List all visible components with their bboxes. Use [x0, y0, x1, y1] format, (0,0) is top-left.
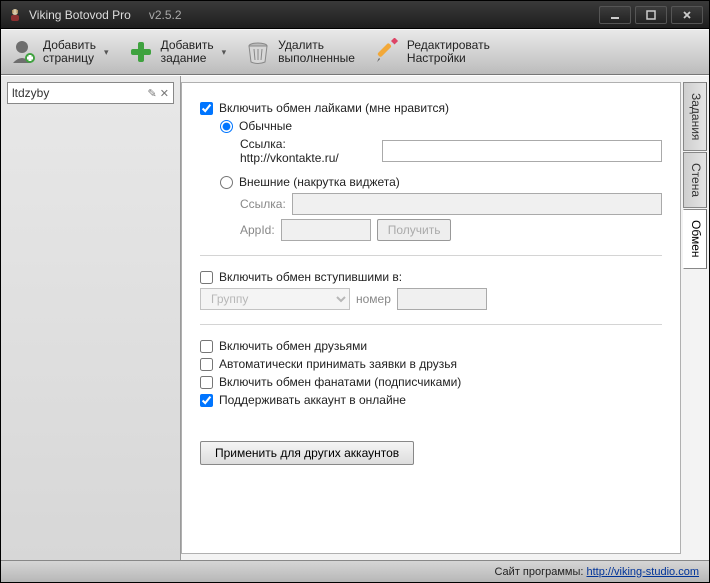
auto-accept-label: Автоматически принимать заявки в друзья [219, 357, 457, 371]
app-window: Viking Botovod Pro v2.5.2 Добавить стран… [0, 0, 710, 583]
status-link[interactable]: http://viking-studio.com [587, 566, 700, 578]
trash-icon [244, 38, 272, 66]
join-number-label: номер [356, 292, 391, 306]
add-page-label-2: страницу [43, 52, 96, 65]
ext-link-label: Ссылка: [240, 197, 286, 211]
titlebar: Viking Botovod Pro v2.5.2 [1, 1, 709, 29]
window-title: Viking Botovod Pro [29, 8, 131, 22]
fans-enable-label: Включить обмен фанатами (подписчиками) [219, 375, 461, 389]
likes-link-label: Ссылка: http://vkontakte.ru/ [240, 137, 376, 165]
status-label: Сайт программы: [494, 566, 583, 578]
edit-account-icon[interactable]: ✎ ✕ [148, 87, 170, 100]
join-enable-label: Включить обмен вступившими в: [219, 270, 402, 284]
separator [200, 255, 662, 256]
window-version: v2.5.2 [149, 8, 182, 22]
friends-enable-checkbox[interactable] [200, 340, 213, 353]
keep-online-label: Поддерживать аккаунт в онлайне [219, 393, 406, 407]
auto-accept-checkbox[interactable] [200, 358, 213, 371]
join-enable-checkbox[interactable] [200, 271, 213, 284]
likes-enable-label: Включить обмен лайками (мне нравится) [219, 101, 449, 115]
apply-other-accounts-button[interactable]: Применить для других аккаунтов [200, 441, 414, 465]
minimize-button[interactable] [599, 6, 631, 24]
pencil-icon [373, 38, 401, 66]
right-tabs: Задания Стена Обмен [683, 82, 707, 554]
likes-external-radio[interactable] [220, 176, 233, 189]
likes-external-label: Внешние (накрутка виджета) [239, 175, 400, 189]
tab-exchange[interactable]: Обмен [683, 209, 707, 269]
main-panel: Включить обмен лайками (мне нравится) Об… [181, 82, 681, 554]
ext-link-input[interactable] [292, 193, 662, 215]
likes-normal-radio[interactable] [220, 120, 233, 133]
appid-input[interactable] [281, 219, 371, 241]
likes-enable-checkbox[interactable] [200, 102, 213, 115]
likes-normal-label: Обычные [239, 119, 292, 133]
add-task-label-2: задание [161, 52, 214, 65]
tab-tasks[interactable]: Задания [683, 82, 707, 151]
statusbar: Сайт программы: http://viking-studio.com [1, 560, 709, 582]
likes-link-input[interactable] [382, 140, 662, 162]
edit-settings-label-2: Настройки [407, 52, 490, 65]
toolbar: Добавить страницу ▾ Добавить задание ▾ [1, 29, 709, 75]
user-add-icon [9, 38, 37, 66]
app-icon [7, 7, 23, 23]
tab-wall[interactable]: Стена [683, 152, 707, 208]
get-appid-button[interactable]: Получить [377, 219, 452, 241]
join-target-select[interactable]: Группу [200, 288, 350, 310]
separator [200, 324, 662, 325]
friends-enable-label: Включить обмен друзьями [219, 339, 367, 353]
appid-label: AppId: [240, 223, 275, 237]
maximize-button[interactable] [635, 6, 667, 24]
delete-done-button[interactable]: Удалить выполненные [244, 38, 355, 66]
body: ltdzyby ✎ ✕ Включить обмен лайками (мне … [1, 75, 709, 560]
account-field[interactable]: ltdzyby ✎ ✕ [7, 82, 174, 104]
fans-enable-checkbox[interactable] [200, 376, 213, 389]
sidebar: ltdzyby ✎ ✕ [1, 76, 181, 560]
delete-done-label-2: выполненные [278, 52, 355, 65]
join-number-input[interactable] [397, 288, 487, 310]
chevron-down-icon: ▾ [222, 47, 227, 58]
keep-online-checkbox[interactable] [200, 394, 213, 407]
add-task-button[interactable]: Добавить задание ▾ [127, 38, 227, 66]
chevron-down-icon: ▾ [104, 47, 109, 58]
plus-icon [127, 38, 155, 66]
edit-settings-button[interactable]: Редактировать Настройки [373, 38, 490, 66]
add-page-button[interactable]: Добавить страницу ▾ [9, 38, 109, 66]
account-name: ltdzyby [12, 86, 148, 100]
close-button[interactable] [671, 6, 703, 24]
